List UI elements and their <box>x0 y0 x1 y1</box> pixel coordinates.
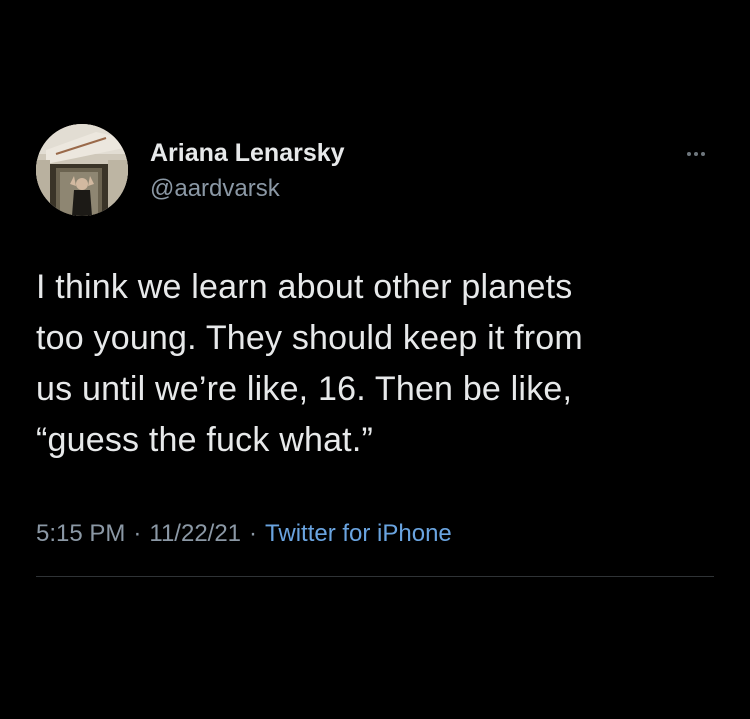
tweet-time[interactable]: 5:15 PM <box>36 520 125 547</box>
tweet-source-link[interactable]: Twitter for iPhone <box>265 520 452 547</box>
ellipsis-icon-dot <box>694 152 698 156</box>
tweet: Ariana Lenarsky @aardvarsk I think we le… <box>0 0 750 719</box>
tweet-header: Ariana Lenarsky @aardvarsk <box>36 124 716 220</box>
ellipsis-icon <box>687 152 691 156</box>
profile-photo <box>36 124 128 216</box>
author-handle[interactable]: @aardvarsk <box>150 174 345 204</box>
tweet-metadata: 5:15 PM · 11/22/21 · Twitter for iPhone <box>36 518 452 550</box>
meta-separator: · <box>249 520 258 547</box>
avatar[interactable] <box>36 124 128 216</box>
author-display-name[interactable]: Ariana Lenarsky <box>150 138 345 168</box>
meta-separator: · <box>133 520 142 547</box>
ellipsis-icon-dot <box>701 152 705 156</box>
divider <box>36 576 714 577</box>
tweet-text: I think we learn about other planets too… <box>36 268 583 459</box>
author-names: Ariana Lenarsky @aardvarsk <box>150 138 345 204</box>
more-options-button[interactable] <box>676 142 716 166</box>
tweet-date[interactable]: 11/22/21 <box>149 520 241 547</box>
